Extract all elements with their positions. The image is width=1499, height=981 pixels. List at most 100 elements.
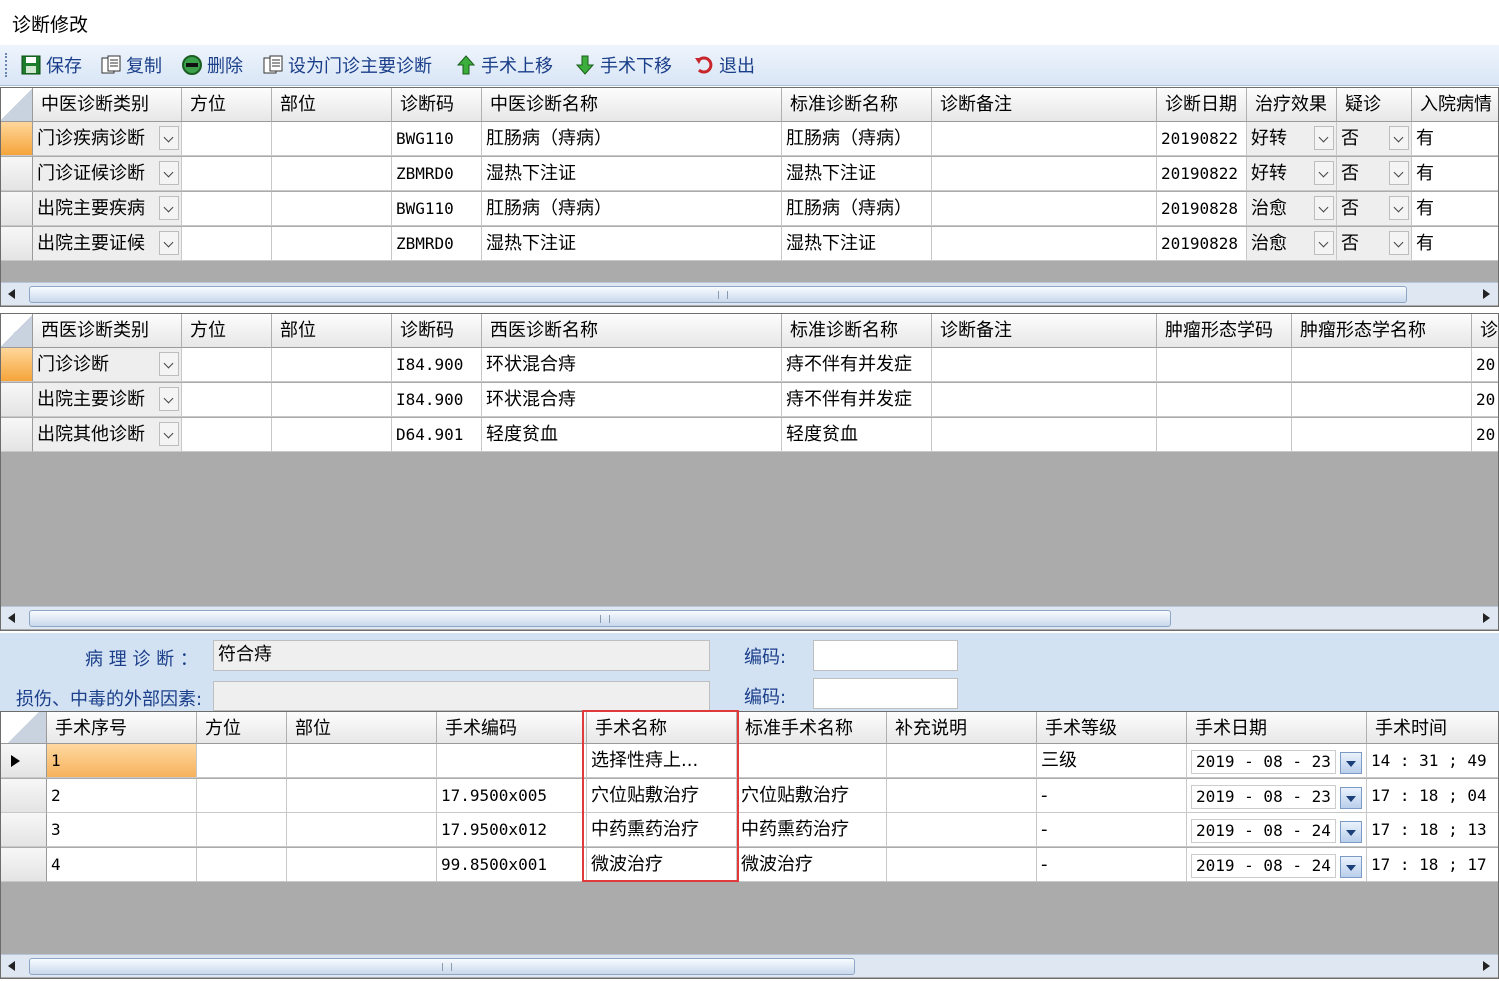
std-name-cell[interactable]: 中药熏药治疗	[737, 813, 887, 847]
table-row[interactable]: 出院主要疾病 BWG110 肛肠病（痔病） 肛肠病（痔病） 20190828 治愈 否 有	[1, 192, 1498, 226]
date-picker[interactable]: 2019 - 08 - 23	[1187, 744, 1367, 778]
site-cell[interactable]	[272, 383, 392, 417]
category-combo[interactable]: 出院其他诊断	[33, 418, 182, 452]
injury-code-input[interactable]	[813, 678, 958, 709]
scroll-left-icon[interactable]	[1, 283, 23, 305]
scroll-right-icon[interactable]	[1474, 283, 1496, 305]
surgery-header-site[interactable]: 部位	[287, 712, 437, 744]
std-name-cell[interactable]: 湿热下注证	[782, 227, 932, 261]
code-cell[interactable]: 17.9500x005	[437, 778, 587, 813]
tcm-header-direction[interactable]: 方位	[182, 88, 272, 122]
name-cell[interactable]: 肛肠病（痔病）	[482, 192, 782, 226]
row-header[interactable]	[1, 418, 33, 452]
direction-cell[interactable]	[182, 383, 272, 417]
surgery-horizontal-scrollbar[interactable]	[1, 954, 1498, 977]
surgery-header-date[interactable]: 手术日期	[1187, 712, 1367, 744]
chevron-down-icon[interactable]	[1314, 196, 1334, 220]
chevron-down-icon[interactable]	[1389, 196, 1409, 220]
std-name-cell[interactable]: 肛肠病（痔病）	[782, 122, 932, 156]
chevron-down-icon[interactable]	[1389, 161, 1409, 185]
table-row[interactable]: 出院主要诊断 I84.900 环状混合痔 痔不伴有并发症 20	[1, 383, 1498, 417]
save-button[interactable]: 保存	[20, 51, 82, 79]
admission-cell[interactable]: 有	[1412, 122, 1498, 156]
site-cell[interactable]	[272, 122, 392, 156]
tcm-header-site[interactable]: 部位	[272, 88, 392, 122]
time-cell[interactable]: 17 : 18 ; 13	[1367, 813, 1498, 847]
effect-combo[interactable]: 好转	[1247, 157, 1337, 191]
level-cell[interactable]: -	[1037, 813, 1187, 847]
level-cell[interactable]: -	[1037, 778, 1187, 813]
exit-button[interactable]: 退出	[693, 51, 755, 79]
wm-header-category[interactable]: 西医诊断类别	[33, 314, 182, 348]
category-combo[interactable]: 出院主要疾病	[33, 192, 182, 226]
date-cell[interactable]: 20	[1472, 383, 1498, 417]
seq-cell[interactable]: 4	[47, 847, 197, 882]
chevron-down-icon[interactable]	[159, 422, 179, 446]
surgery-header-code[interactable]: 手术编码	[437, 712, 587, 744]
name-cell[interactable]: 环状混合痔	[482, 348, 782, 382]
direction-cell[interactable]	[182, 157, 272, 191]
surgery-header-direction[interactable]: 方位	[197, 712, 287, 744]
calendar-dropdown-icon[interactable]	[1340, 786, 1362, 809]
level-cell[interactable]: -	[1037, 847, 1187, 882]
date-picker[interactable]: 2019 - 08 - 23	[1187, 778, 1367, 813]
table-row[interactable]: 门诊诊断 I84.900 环状混合痔 痔不伴有并发症 20	[1, 348, 1498, 382]
chevron-down-icon[interactable]	[1389, 126, 1409, 150]
table-row[interactable]: 2 17.9500x005 穴位贴敷治疗 穴位贴敷治疗 -2019 - 08 - 23 1…	[1, 778, 1498, 813]
site-cell[interactable]	[272, 227, 392, 261]
direction-cell[interactable]	[182, 348, 272, 382]
wm-horizontal-scrollbar[interactable]	[1, 606, 1498, 629]
calendar-dropdown-icon[interactable]	[1340, 821, 1362, 843]
wm-header-direction[interactable]: 方位	[182, 314, 272, 348]
remark-cell[interactable]	[932, 348, 1157, 382]
table-row[interactable]: 1 选择性痔上... 三级 2019 - 08 - 23 14 : 31 ; 49	[1, 744, 1498, 778]
surgery-header-note[interactable]: 补充说明	[887, 712, 1037, 744]
date-value[interactable]: 2019 - 08 - 24	[1191, 853, 1336, 878]
table-row[interactable]: 4 99.8500x001 微波治疗 微波治疗 -2019 - 08 - 24 17 : …	[1, 847, 1498, 882]
code-cell[interactable]: 99.8500x001	[437, 847, 587, 882]
remark-cell[interactable]	[932, 122, 1157, 156]
direction-cell[interactable]	[182, 122, 272, 156]
chevron-down-icon[interactable]	[159, 196, 179, 220]
std-name-cell[interactable]: 湿热下注证	[782, 157, 932, 191]
surgery-header-seq[interactable]: 手术序号	[47, 712, 197, 744]
direction-cell[interactable]	[197, 778, 287, 813]
suspect-combo[interactable]: 否	[1337, 122, 1412, 156]
remark-cell[interactable]	[932, 157, 1157, 191]
delete-button[interactable]: 删除	[181, 51, 243, 79]
surgery-header-level[interactable]: 手术等级	[1037, 712, 1187, 744]
code-cell[interactable]: 17.9500x012	[437, 813, 587, 847]
remark-cell[interactable]	[932, 192, 1157, 226]
row-header[interactable]	[1, 744, 47, 778]
wm-header-morph-name[interactable]: 肿瘤形态学名称	[1292, 314, 1472, 348]
row-header[interactable]	[1, 192, 33, 226]
note-cell[interactable]	[887, 847, 1037, 882]
direction-cell[interactable]	[182, 418, 272, 452]
site-cell[interactable]	[272, 157, 392, 191]
chevron-down-icon[interactable]	[159, 126, 179, 150]
scroll-right-icon[interactable]	[1474, 607, 1496, 629]
injury-input[interactable]	[213, 681, 710, 711]
row-header[interactable]	[1, 227, 33, 261]
tcm-header-admission[interactable]: 入院病情	[1412, 88, 1498, 122]
chevron-down-icon[interactable]	[159, 161, 179, 185]
chevron-down-icon[interactable]	[159, 231, 179, 255]
suspect-combo[interactable]: 否	[1337, 157, 1412, 191]
name-cell[interactable]: 湿热下注证	[482, 157, 782, 191]
table-row[interactable]: 门诊证候诊断 ZBMRD0 湿热下注证 湿热下注证 20190822 好转 否 有	[1, 157, 1498, 191]
time-cell[interactable]: 14 : 31 ; 49	[1367, 744, 1498, 778]
effect-combo[interactable]: 好转	[1247, 122, 1337, 156]
std-name-cell[interactable]: 痔不伴有并发症	[782, 348, 932, 382]
name-cell[interactable]: 环状混合痔	[482, 383, 782, 417]
code-cell[interactable]: I84.900	[392, 348, 482, 382]
date-picker[interactable]: 2019 - 08 - 24	[1187, 847, 1367, 882]
site-cell[interactable]	[287, 847, 437, 882]
chevron-down-icon[interactable]	[1314, 126, 1334, 150]
chevron-down-icon[interactable]	[1314, 231, 1334, 255]
date-picker[interactable]: 2019 - 08 - 24	[1187, 813, 1367, 847]
calendar-dropdown-icon[interactable]	[1340, 855, 1362, 878]
effect-combo[interactable]: 治愈	[1247, 227, 1337, 261]
calendar-dropdown-icon[interactable]	[1340, 752, 1362, 774]
direction-cell[interactable]	[197, 847, 287, 882]
admission-cell[interactable]: 有	[1412, 157, 1498, 191]
